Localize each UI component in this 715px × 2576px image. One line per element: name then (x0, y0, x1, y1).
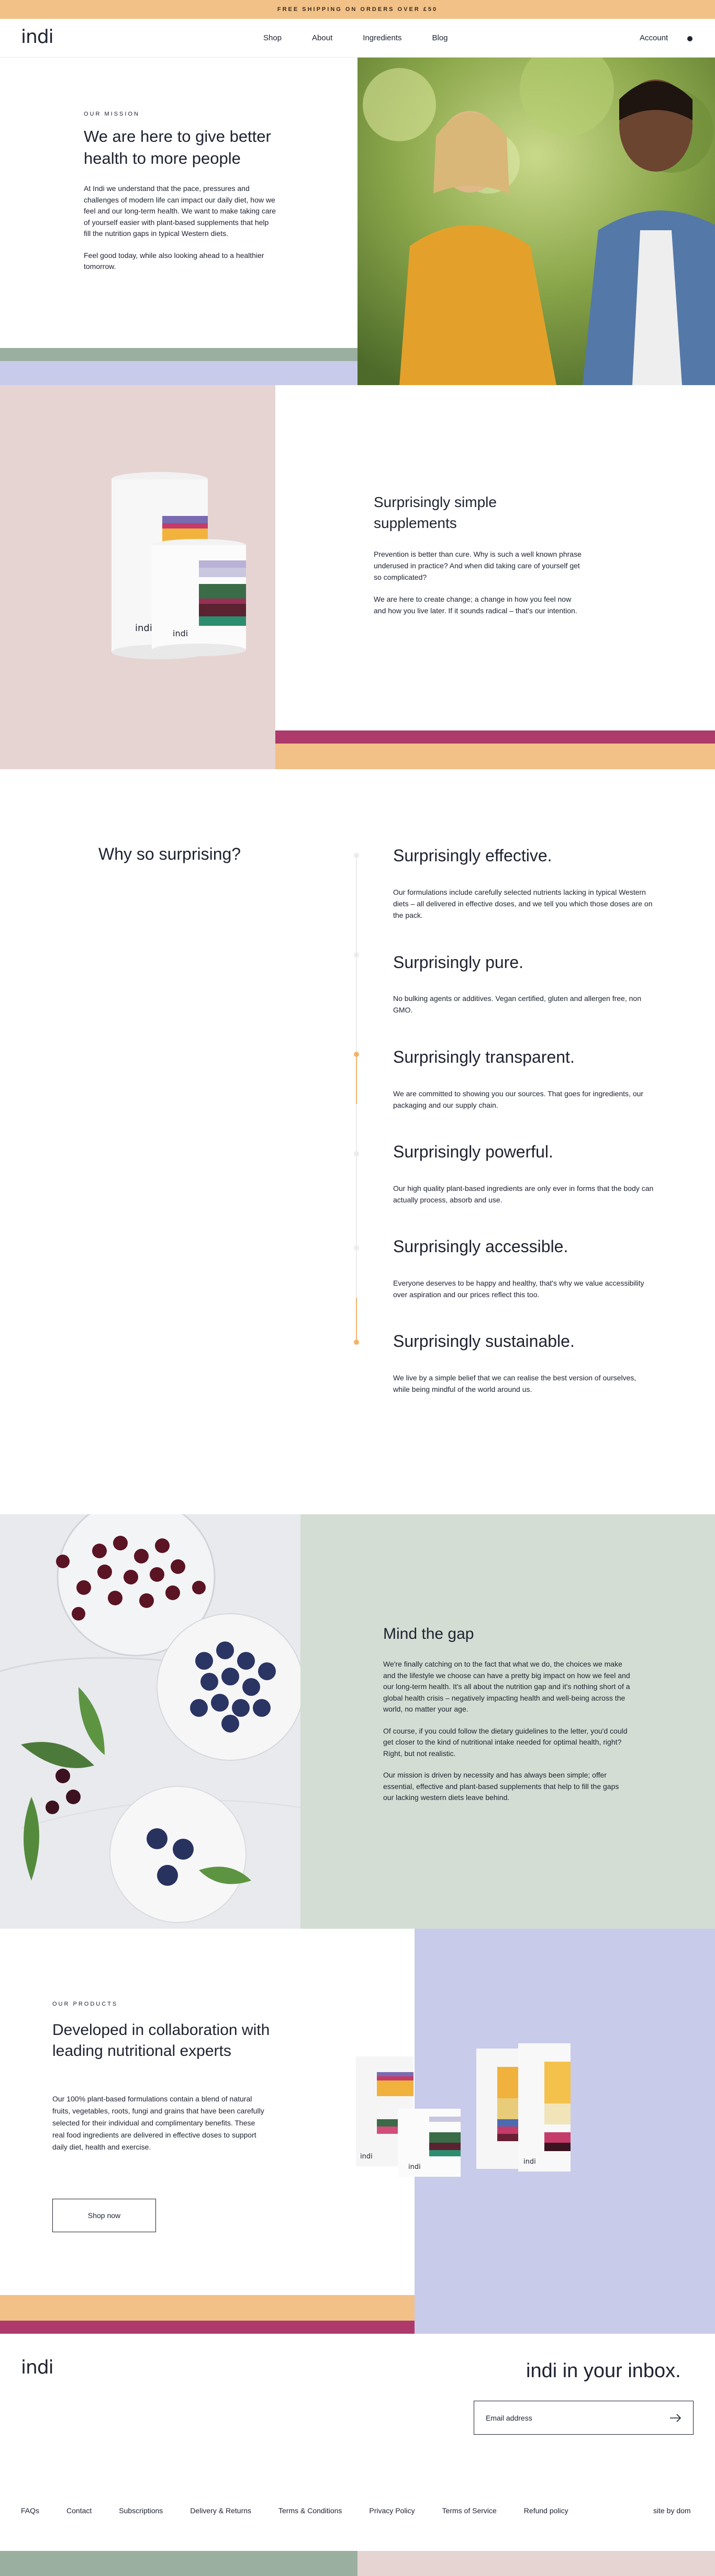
promo-bar: FREE SHIPPING ON ORDERS OVER £50 (0, 0, 715, 19)
timeline-dot (354, 853, 359, 858)
couple-photo-illustration (358, 58, 715, 385)
why-item-body: We live by a simple belief that we can r… (393, 1374, 636, 1393)
nav-shop[interactable]: Shop (263, 33, 282, 42)
decor-stripe (0, 361, 358, 385)
timeline-dot (354, 952, 359, 958)
why-item-body: We are committed to showing you our sour… (393, 1089, 644, 1109)
why-item-title: Surprisingly effective. (393, 846, 552, 865)
simple-paragraph: We are here to create change; a change i… (374, 595, 577, 615)
shop-now-button[interactable]: Shop now (52, 2199, 156, 2232)
gap-paragraph: Our mission is driven by necessity and h… (383, 1771, 619, 1802)
why-item-title: Surprisingly transparent. (393, 1048, 575, 1066)
why-item-body: Everyone deserves to be happy and health… (393, 1279, 644, 1299)
jar-label: indi (523, 2158, 536, 2166)
gap-paragraph: We're finally catching on to the fact th… (383, 1660, 630, 1713)
footer-link-refund[interactable]: Refund policy (524, 2506, 568, 2515)
site-header: indi Shop About Ingredients Blog Account (0, 19, 715, 58)
newsletter-form (474, 2401, 694, 2435)
logo[interactable]: indi (21, 26, 54, 48)
arrow-right-icon[interactable] (670, 2413, 682, 2423)
jars-panel: indi indi (0, 385, 275, 769)
hero-photo (358, 58, 715, 385)
decor-stripe (0, 348, 358, 361)
why-item-title: Surprisingly pure. (393, 953, 523, 972)
footer-link-delivery[interactable]: Delivery & Returns (190, 2506, 251, 2515)
nav-blog[interactable]: Blog (432, 33, 448, 42)
products-title: Developed in collaboration with leading … (52, 2021, 270, 2060)
products-body: Our 100% plant-based formulations contai… (52, 2095, 264, 2151)
email-input[interactable] (486, 2413, 664, 2422)
berries-illustration (0, 1514, 300, 1929)
simple-paragraph: Prevention is better than cure. Why is s… (374, 550, 582, 581)
footer-link-faqs[interactable]: FAQs (21, 2506, 39, 2515)
footer-logo[interactable]: indi (21, 2357, 54, 2378)
footer-link-contact[interactable]: Contact (66, 2506, 92, 2515)
jar-label: indi (408, 2163, 421, 2171)
why-heading: Why so surprising? (98, 845, 241, 863)
decor-stripe (275, 730, 715, 744)
products-eyebrow: OUR PRODUCTS (52, 2001, 118, 2007)
supplement-jars-illustration: indi indi (111, 472, 246, 659)
timeline-dot-active (354, 1340, 359, 1345)
mission-paragraph: Feel good today, while also looking ahea… (84, 251, 264, 271)
footer-link-terms-conditions[interactable]: Terms & Conditions (278, 2506, 342, 2515)
simple-body: Prevention is better than cure. Why is s… (374, 548, 583, 627)
gap-body: We're finally catching on to the fact th… (383, 1659, 631, 1814)
product-range-illustration: indi indi indi (356, 2043, 571, 2177)
mission-eyebrow: OUR MISSION (84, 111, 140, 117)
footer-color-band (0, 2551, 715, 2576)
jar-label: indi (135, 623, 152, 634)
why-item-title: Surprisingly sustainable. (393, 1332, 575, 1351)
footer-link-subscriptions[interactable]: Subscriptions (119, 2506, 163, 2515)
promo-text: FREE SHIPPING ON ORDERS OVER £50 (277, 6, 438, 13)
mission-paragraph: At Indi we understand that the pace, pre… (84, 184, 276, 238)
jar-label: indi (173, 628, 188, 638)
mission-body: At Indi we understand that the pace, pre… (84, 183, 277, 283)
timeline-dot (354, 1151, 359, 1156)
why-item-title: Surprisingly powerful. (393, 1142, 553, 1161)
why-item-body: Our high quality plant-based ingredients… (393, 1184, 654, 1204)
timeline-progress (356, 1298, 357, 1342)
main-nav: Shop About Ingredients Blog (263, 33, 478, 42)
nav-ingredients[interactable]: Ingredients (363, 33, 401, 42)
footer-links: FAQs Contact Subscriptions Delivery & Re… (21, 2506, 596, 2515)
timeline-progress (356, 1057, 357, 1104)
simple-title: Surprisingly simple supplements (374, 494, 497, 531)
mission-title: We are here to give better health to mor… (84, 127, 271, 167)
nav-about[interactable]: About (312, 33, 332, 42)
why-item-body: No bulking agents or additives. Vegan ce… (393, 994, 641, 1014)
decor-stripe (0, 2321, 415, 2334)
footer-link-terms-service[interactable]: Terms of Service (442, 2506, 497, 2515)
timeline-dot (354, 1245, 359, 1251)
why-item-title: Surprisingly accessible. (393, 1237, 568, 1256)
account-link[interactable]: Account (640, 33, 668, 42)
jar-label: indi (360, 2153, 373, 2161)
berries-photo (0, 1514, 300, 1929)
footer-link-privacy[interactable]: Privacy Policy (369, 2506, 415, 2515)
why-item-body: Our formulations include carefully selec… (393, 888, 653, 919)
site-credit[interactable]: site by dom (653, 2506, 691, 2515)
gap-title: Mind the gap (383, 1625, 474, 1643)
newsletter-title: indi in your inbox. (526, 2360, 681, 2382)
cart-icon[interactable] (687, 36, 692, 41)
timeline-dot-active (354, 1052, 359, 1057)
decor-stripe (275, 744, 715, 769)
gap-paragraph: Of course, if you could follow the dieta… (383, 1726, 628, 1758)
decor-stripe (0, 2295, 415, 2321)
